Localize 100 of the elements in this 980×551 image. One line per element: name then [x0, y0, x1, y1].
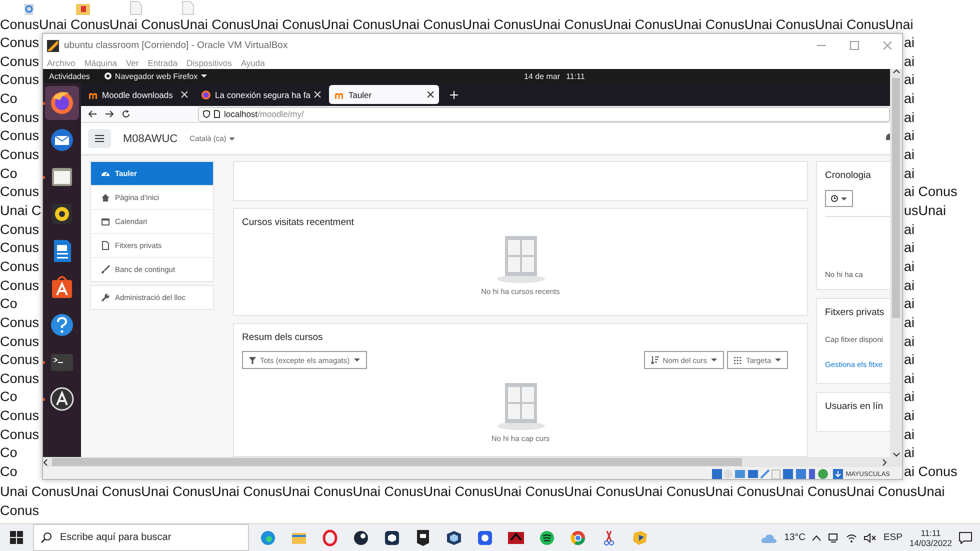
- card-title: Cursos visitats recentment: [242, 217, 354, 228]
- download-icon: [832, 469, 843, 479]
- clock-time[interactable]: 11:11: [920, 528, 941, 538]
- time-text[interactable]: 11:11: [566, 72, 585, 80]
- wallpaper-text: ai: [904, 314, 916, 332]
- wallpaper-text: Conus: [0, 426, 40, 444]
- maximize-icon[interactable]: [850, 41, 859, 50]
- wallpaper-text: Co: [0, 90, 18, 108]
- wallpaper-text: Conus: [0, 351, 40, 370]
- wallpaper-text: ai: [904, 370, 916, 388]
- scroll-down-icon: [892, 452, 900, 457]
- speaker-muted-icon[interactable]: [864, 532, 876, 542]
- ring-icon[interactable]: [321, 528, 339, 546]
- caret-icon: [841, 196, 847, 200]
- wallpaper-text: ai: [904, 146, 916, 164]
- close-icon[interactable]: [427, 91, 434, 98]
- card-title: Usuaris en lín: [825, 401, 884, 412]
- bell-icon[interactable]: [885, 133, 890, 142]
- browser-tab[interactable]: Moodle downloads: [83, 85, 193, 104]
- virtualbox-logo-icon: [47, 40, 59, 52]
- wallpaper-text: Conus: [0, 239, 40, 258]
- caret-icon: [775, 358, 781, 362]
- temperature-text[interactable]: 13°C: [784, 532, 806, 543]
- menu-button[interactable]: [88, 129, 111, 148]
- browser-icon[interactable]: [259, 528, 277, 546]
- search-icon: [41, 532, 52, 543]
- shield-logo-icon[interactable]: [414, 528, 432, 546]
- browser-icon[interactable]: [45, 86, 79, 120]
- chevron-up-icon[interactable]: [812, 534, 822, 540]
- reload-icon[interactable]: [122, 110, 130, 118]
- caret-icon: [354, 358, 360, 362]
- caret-icon: [229, 136, 236, 140]
- time-filter-button[interactable]: [825, 190, 853, 207]
- browser-tab[interactable]: Tauler: [329, 85, 440, 104]
- disc-icon[interactable]: [352, 528, 370, 546]
- menu-icon: [95, 135, 104, 142]
- wallpaper-text: ai: [904, 239, 916, 258]
- menu-item[interactable]: Ver: [126, 58, 139, 68]
- wallpaper-text: ai: [904, 295, 916, 314]
- wallpaper-text: Conus: [0, 407, 40, 426]
- back-icon[interactable]: [88, 110, 97, 118]
- menu-item[interactable]: Ayuda: [240, 58, 265, 68]
- activities-button[interactable]: Actividades: [49, 72, 90, 80]
- url-field[interactable]: localhost/moodle/my/: [198, 106, 890, 122]
- caret-icon: [710, 358, 717, 362]
- network-icon[interactable]: [828, 532, 840, 542]
- wallpaper-text: Conus: [0, 502, 40, 520]
- menu-item[interactable]: Entrada: [148, 58, 178, 68]
- menu-item[interactable]: Dispositivos: [186, 58, 232, 68]
- camera-icon[interactable]: [476, 528, 494, 546]
- vertical-scrollbar[interactable]: [890, 69, 902, 457]
- scroll-up-icon: [892, 69, 900, 74]
- browser-tab[interactable]: La conexión segura ha fa: [196, 85, 326, 104]
- shield-icon: [203, 110, 210, 118]
- clock-date[interactable]: 14/03/2022: [909, 538, 952, 548]
- filter-icon: [249, 356, 256, 364]
- wallpaper-text: Co: [0, 164, 18, 183]
- app-icon: [104, 72, 112, 80]
- windows-logo-icon: [10, 531, 23, 544]
- card-title: Fitxers privats: [825, 307, 886, 318]
- wallpaper-text: ai: [904, 108, 916, 127]
- wallpaper-text: Unai ConusUnai ConusUnai ConusUnai ConusUnai ConusUnai ConusUnai ConusUnai ConusUnai ConusUnai ConusUnai ConusUnai ConusUnai ConusUnai: [0, 483, 946, 501]
- horizontal-scrollbar[interactable]: [43, 457, 902, 467]
- wallpaper-text: Co: [0, 295, 18, 314]
- wallpaper-text: Conus: [0, 258, 40, 276]
- home-icon: [101, 193, 110, 202]
- sort-icon: [650, 356, 659, 364]
- search-field[interactable]: Escribe aquí para buscar: [33, 524, 249, 551]
- wallpaper-text: ai: [904, 407, 916, 426]
- menu-item[interactable]: Máquina: [84, 58, 117, 68]
- app-menu[interactable]: Navegador web Firefox: [104, 72, 207, 80]
- wallpaper-text: ai: [904, 388, 916, 406]
- file-icon: [101, 241, 110, 250]
- wallpaper-text: Conus: [0, 127, 40, 146]
- wallpaper-text: Co: [0, 444, 18, 462]
- wallpaper-text: Conus: [0, 220, 40, 239]
- brush-icon: [101, 265, 110, 274]
- wallpaper-text: ai: [904, 90, 916, 108]
- site-name[interactable]: M08AWUC: [123, 132, 178, 144]
- language-indicator[interactable]: ESP: [883, 532, 902, 543]
- wallpaper-text: ai: [904, 444, 916, 462]
- wallpaper-text: ai: [904, 276, 916, 295]
- new-tab-icon[interactable]: [450, 90, 458, 98]
- wallpaper-text: ai: [904, 127, 916, 146]
- wallpaper-text: ai Conus: [904, 463, 958, 482]
- card-title: Cronologia: [825, 170, 872, 181]
- wallpaper-text: ai: [904, 71, 916, 90]
- wallpaper-text: Conus: [0, 108, 40, 127]
- wallpaper-text: ai: [904, 258, 916, 276]
- window-title: ubuntu classroom [Corriendo] - Oracle VM VirtualBox: [64, 40, 289, 51]
- forward-icon[interactable]: [105, 110, 114, 118]
- wifi-icon[interactable]: [846, 532, 858, 542]
- browser-icon[interactable]: [569, 528, 587, 546]
- menu-item[interactable]: Archivo: [47, 58, 76, 68]
- card-title: Resum dels cursos: [242, 332, 323, 343]
- wallpaper-text: ai: [904, 332, 916, 350]
- wallpaper-text: Co: [0, 388, 18, 406]
- date-text[interactable]: 14 de mar: [524, 72, 560, 80]
- notification-icon[interactable]: [959, 532, 972, 544]
- music-icon[interactable]: [538, 528, 556, 546]
